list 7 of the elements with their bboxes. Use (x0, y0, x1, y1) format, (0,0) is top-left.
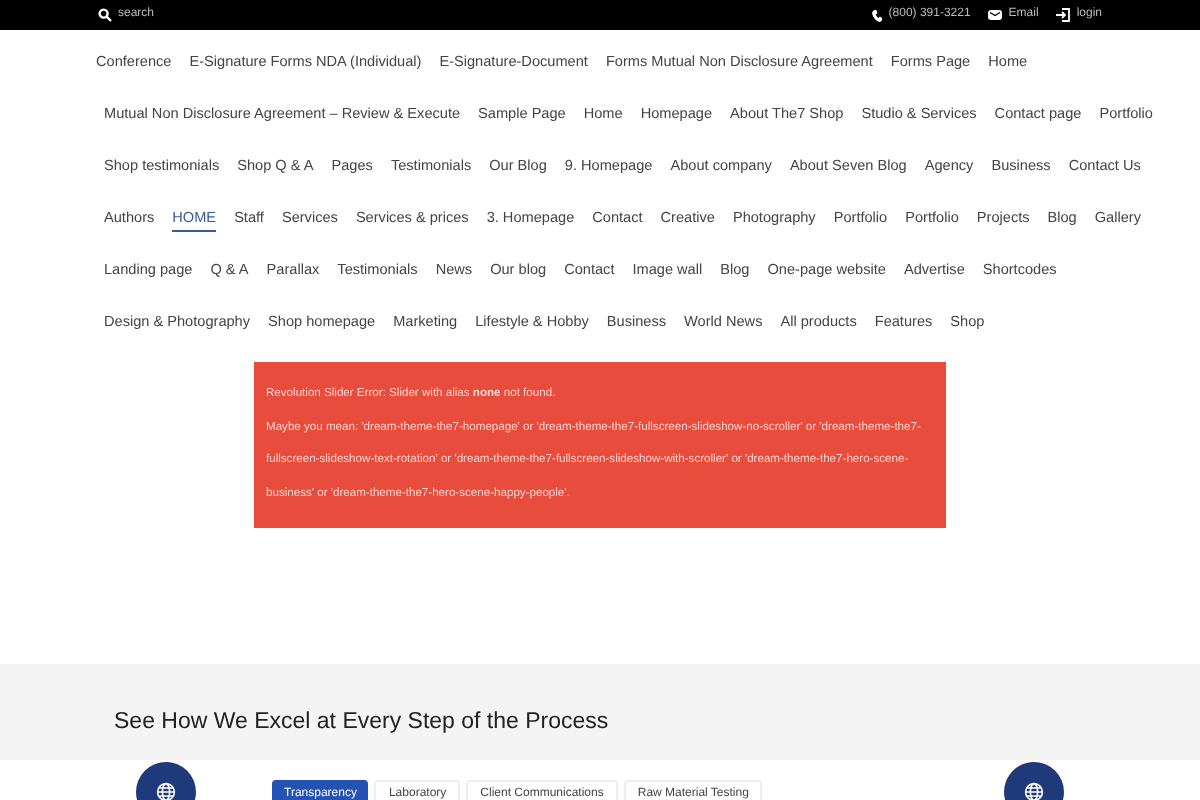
globe-icon (156, 782, 176, 800)
login-icon (1056, 8, 1071, 22)
globe-icon (1024, 782, 1044, 800)
email-icon (988, 10, 1003, 20)
search-icon (98, 8, 112, 22)
section-heading: See How We Excel at Every Step of the Process (114, 707, 609, 738)
phone-icon (872, 9, 883, 21)
